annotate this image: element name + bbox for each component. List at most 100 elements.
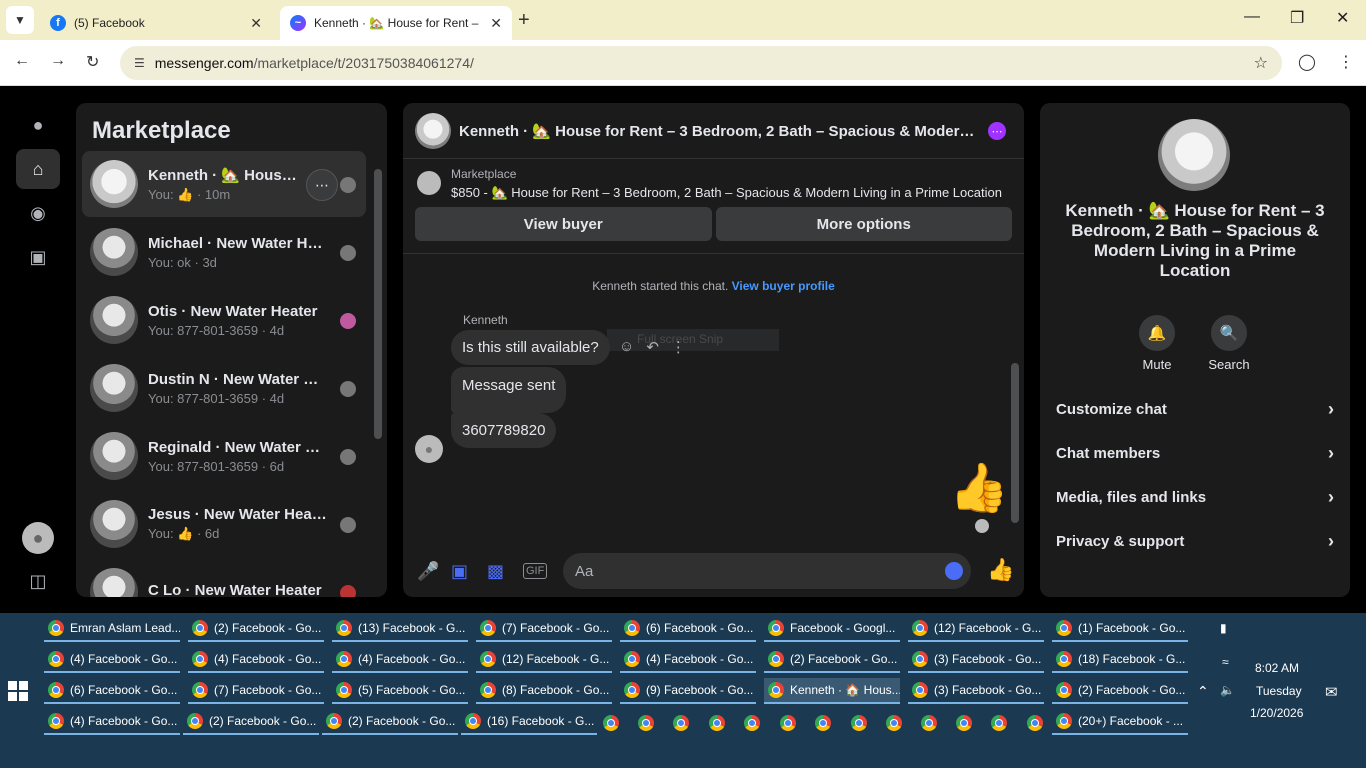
- taskbar-window-item[interactable]: (1) Facebook - Go...: [1052, 616, 1188, 642]
- chrome-icon[interactable]: [709, 715, 725, 731]
- avatar[interactable]: ●: [415, 435, 443, 463]
- chrome-icon[interactable]: [1027, 715, 1043, 731]
- back-arrow-icon[interactable]: ←: [14, 52, 30, 70]
- react-emoji-icon[interactable]: ☺: [619, 338, 634, 356]
- taskbar-window-item[interactable]: (7) Facebook - Go...: [476, 616, 612, 642]
- list-item[interactable]: C Lo · New Water Heater: [82, 559, 366, 597]
- taskbar-window-item[interactable]: (2) Facebook - Go...: [764, 647, 900, 673]
- message-bubble[interactable]: 3607789820: [451, 413, 557, 448]
- chrome-icon[interactable]: [780, 715, 796, 731]
- chat-members-row[interactable]: Chat members ›: [1040, 433, 1350, 473]
- profile-icon[interactable]: ◯: [1298, 52, 1316, 72]
- address-bar[interactable]: ☰ messenger.com /marketplace/t/203175038…: [120, 46, 1282, 80]
- restore-icon[interactable]: ❐: [1290, 8, 1304, 28]
- message-input[interactable]: [563, 553, 971, 589]
- taskbar-window-item[interactable]: Kenneth · 🏠 Hous...: [764, 678, 900, 704]
- minimize-icon[interactable]: —: [1244, 8, 1260, 26]
- chat-title[interactable]: Kenneth · 🏡 House for Rent – 3 Bedroom, …: [459, 122, 979, 140]
- list-item[interactable]: Otis · New Water Heater You: 877-801-365…: [82, 287, 366, 353]
- taskbar-window-item[interactable]: (8) Facebook - Go...: [476, 678, 612, 704]
- listing-thumbnail[interactable]: [1158, 119, 1230, 191]
- toggle-sidebar-icon[interactable]: ◫: [16, 561, 60, 601]
- wifi-icon[interactable]: ≈: [1222, 655, 1229, 669]
- chats-icon[interactable]: ●: [16, 105, 60, 145]
- taskbar-window-item[interactable]: (4) Facebook - Go...: [44, 709, 180, 735]
- customize-chat-row[interactable]: Customize chat ›: [1040, 389, 1350, 429]
- conversation-info-icon[interactable]: ⋯: [988, 122, 1006, 140]
- view-buyer-profile-link[interactable]: View buyer profile: [732, 279, 835, 293]
- forward-arrow-icon[interactable]: →: [50, 52, 66, 70]
- message-requests-icon[interactable]: ◉: [16, 193, 60, 233]
- taskbar-window-item[interactable]: (16) Facebook - G...: [461, 709, 597, 735]
- conversation-list-scrollbar[interactable]: [374, 169, 382, 439]
- message-bubble[interactable]: Message sent: [451, 367, 567, 413]
- reload-icon[interactable]: ↻: [86, 52, 99, 72]
- emoji-icon[interactable]: [945, 562, 963, 580]
- taskbar-window-item[interactable]: (4) Facebook - Go...: [332, 647, 468, 673]
- taskbar-window-item[interactable]: (18) Facebook - G...: [1052, 647, 1188, 673]
- marketplace-store-icon[interactable]: ⌂: [16, 149, 60, 189]
- bookmark-star-icon[interactable]: ☆: [1254, 53, 1268, 73]
- taskbar-window-item[interactable]: (3) Facebook - Go...: [908, 678, 1044, 704]
- tab-messenger[interactable]: ~ Kenneth · 🏡 House for Rent – ✕: [280, 6, 512, 40]
- new-tab-plus-icon[interactable]: +: [518, 9, 530, 32]
- taskbar-window-item[interactable]: (6) Facebook - Go...: [44, 678, 180, 704]
- taskbar-window-item[interactable]: (4) Facebook - Go...: [620, 647, 756, 673]
- taskbar-window-item[interactable]: (7) Facebook - Go...: [188, 678, 324, 704]
- battery-icon[interactable]: ▮: [1220, 621, 1227, 635]
- chrome-icon[interactable]: [815, 715, 831, 731]
- sticker-icon[interactable]: ▩: [487, 561, 504, 582]
- chrome-icon[interactable]: [673, 715, 689, 731]
- chrome-icon[interactable]: [956, 715, 972, 731]
- chevron-up-icon[interactable]: ⌃: [1197, 683, 1209, 700]
- list-item[interactable]: Jesus · New Water Heater You: 👍 · 6d: [82, 491, 366, 557]
- tab-search-chevron-icon[interactable]: ▼: [6, 6, 34, 34]
- chrome-icon[interactable]: [603, 715, 619, 731]
- view-buyer-button[interactable]: View buyer: [415, 207, 712, 241]
- more-options-icon[interactable]: ⋯: [306, 169, 338, 201]
- tab-close-icon[interactable]: ✕: [490, 15, 502, 32]
- notification-icon[interactable]: ✉: [1325, 683, 1338, 701]
- taskbar-window-item[interactable]: (12) Facebook - G...: [476, 647, 612, 673]
- taskbar-window-item[interactable]: (3) Facebook - Go...: [908, 647, 1044, 673]
- taskbar-window-item[interactable]: (6) Facebook - Go...: [620, 616, 756, 642]
- taskbar-window-item[interactable]: (4) Facebook - Go...: [44, 647, 180, 673]
- taskbar-window-item[interactable]: (12) Facebook - G...: [908, 616, 1044, 642]
- microphone-icon[interactable]: 🎤: [417, 561, 439, 582]
- taskbar-window-item[interactable]: (9) Facebook - Go...: [620, 678, 756, 704]
- tab-close-icon[interactable]: ✕: [250, 15, 262, 32]
- archive-icon[interactable]: ▣: [16, 237, 60, 277]
- more-vertical-icon[interactable]: ⋮: [671, 338, 686, 356]
- kebab-menu-icon[interactable]: ⋮: [1338, 52, 1354, 72]
- reply-icon[interactable]: ↶: [646, 338, 659, 356]
- site-info-icon[interactable]: ☰: [134, 56, 145, 70]
- chat-scrollbar[interactable]: [1011, 363, 1019, 523]
- list-item[interactable]: Michael · New Water Heater You: ok · 3d: [82, 219, 366, 285]
- avatar[interactable]: ●: [22, 522, 54, 554]
- search-button[interactable]: 🔍 Search: [1199, 315, 1259, 372]
- windows-start-icon[interactable]: [8, 681, 28, 701]
- taskbar-window-item[interactable]: (13) Facebook - G...: [332, 616, 468, 642]
- taskbar-window-item[interactable]: (2) Facebook - Go...: [183, 709, 319, 735]
- taskbar-window-item[interactable]: Emran Aslam Lead...: [44, 616, 180, 642]
- listing-thumbnail[interactable]: [415, 112, 451, 149]
- chrome-icon[interactable]: [744, 715, 760, 731]
- close-window-icon[interactable]: ✕: [1336, 8, 1349, 28]
- media-files-links-row[interactable]: Media, files and links ›: [1040, 477, 1350, 517]
- list-item[interactable]: Reginald · New Water Heater You: 877-801…: [82, 423, 366, 489]
- message-bubble[interactable]: Is this still available?: [451, 330, 610, 365]
- gif-icon[interactable]: GIF: [523, 563, 548, 579]
- privacy-support-row[interactable]: Privacy & support ›: [1040, 521, 1350, 561]
- more-options-button[interactable]: More options: [715, 207, 1012, 241]
- chrome-icon[interactable]: [638, 715, 654, 731]
- list-item[interactable]: Dustin N · New Water Heater You: 877-801…: [82, 355, 366, 421]
- volume-icon[interactable]: 🔈: [1220, 683, 1235, 697]
- mute-button[interactable]: 🔔 Mute: [1127, 315, 1187, 372]
- chrome-icon[interactable]: [851, 715, 867, 731]
- chrome-icon[interactable]: [991, 715, 1007, 731]
- chrome-icon[interactable]: [886, 715, 902, 731]
- taskbar-window-item[interactable]: (2) Facebook - Go...: [1052, 678, 1188, 704]
- chrome-icon[interactable]: [921, 715, 937, 731]
- tab-facebook[interactable]: f (5) Facebook ✕: [40, 6, 272, 40]
- list-item[interactable]: Kenneth · 🏡 House for Rent – 3 Bedroom, …: [82, 151, 366, 217]
